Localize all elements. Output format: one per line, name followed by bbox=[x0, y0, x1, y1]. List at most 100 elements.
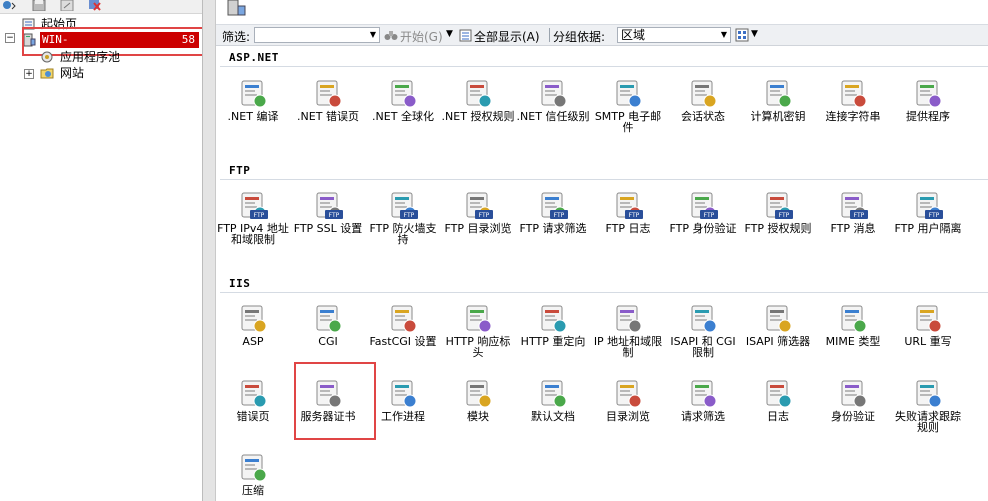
feature-label: 压缩 bbox=[242, 484, 264, 497]
filter-input[interactable]: ▼ bbox=[254, 27, 380, 43]
feature-providers[interactable]: 提供程序 bbox=[891, 78, 965, 122]
section-divider bbox=[220, 292, 988, 293]
feature-net-globalization[interactable]: .NET 全球化 bbox=[366, 78, 440, 122]
feature-session-state[interactable]: 会话状态 bbox=[666, 78, 740, 122]
feature-ftp-directory-browsing[interactable]: FTP FTP 目录浏览 bbox=[441, 190, 515, 234]
feature-http-response-headers[interactable]: HTTP 响应标头 bbox=[441, 303, 515, 358]
ftp-user-isolation-icon: FTP bbox=[916, 192, 943, 220]
net-globalization-icon bbox=[391, 80, 417, 108]
feature-ip-restrictions[interactable]: IP 地址和域限制 bbox=[591, 303, 665, 358]
feature-label: CGI bbox=[318, 335, 338, 348]
feature-net-compilation[interactable]: .NET 编译 bbox=[216, 78, 290, 122]
feature-cgi[interactable]: CGI bbox=[291, 303, 365, 347]
view-mode-icon[interactable] bbox=[735, 28, 749, 42]
group-by-select[interactable]: 区域 ▼ bbox=[617, 27, 731, 43]
feature-label: .NET 编译 bbox=[227, 110, 279, 123]
feature-ftp-ssl[interactable]: FTP FTP SSL 设置 bbox=[291, 190, 365, 234]
filter-label: 筛选: bbox=[222, 30, 251, 44]
compression-icon bbox=[241, 454, 267, 482]
net-authorization-icon bbox=[466, 80, 492, 108]
group-by-value: 区域 bbox=[621, 28, 646, 42]
svg-text:FTP: FTP bbox=[704, 212, 715, 219]
sites-folder-icon bbox=[40, 68, 54, 79]
feature-mime-types[interactable]: MIME 类型 bbox=[816, 303, 890, 347]
server-collapse-toggle[interactable]: − bbox=[5, 33, 15, 43]
feature-default-document[interactable]: 默认文档 bbox=[516, 378, 590, 422]
feature-worker-processes[interactable]: 工作进程 bbox=[366, 378, 440, 422]
group-by-dropdown-icon[interactable]: ▼ bbox=[719, 29, 729, 41]
connect-icon[interactable] bbox=[2, 0, 16, 11]
pane-splitter[interactable] bbox=[202, 0, 216, 501]
feature-ftp-firewall[interactable]: FTP FTP 防火墙支持 bbox=[366, 190, 440, 245]
feature-ftp-messages[interactable]: FTP FTP 消息 bbox=[816, 190, 890, 234]
feature-error-pages[interactable]: 错误页 bbox=[216, 378, 290, 422]
url-rewrite-icon bbox=[916, 305, 942, 333]
feature-label: 提供程序 bbox=[906, 110, 950, 123]
feature-ftp-ipv4[interactable]: FTP FTP IPv4 地址和域限制 bbox=[216, 190, 290, 245]
feature-ftp-logging[interactable]: FTP FTP 日志 bbox=[591, 190, 665, 234]
feature-authorization-rules[interactable]: 授 bbox=[966, 378, 988, 422]
feature-machine-key[interactable]: 计算机密钥 bbox=[741, 78, 815, 122]
show-all-button[interactable]: 全部显示(A) bbox=[474, 28, 540, 45]
feature-http-redirect[interactable]: HTTP 重定向 bbox=[516, 303, 590, 347]
ftp-request-filtering-icon: FTP bbox=[541, 192, 568, 220]
feature-smtp-email[interactable]: SMTP 电子邮件 bbox=[591, 78, 665, 133]
feature-authentication[interactable]: 身份验证 bbox=[816, 378, 890, 422]
feature-label: FTP 身份验证 bbox=[669, 222, 737, 235]
feature-label: FTP 防火墙支持 bbox=[369, 222, 437, 246]
svg-text:FTP: FTP bbox=[554, 212, 565, 219]
binoculars-icon bbox=[384, 31, 398, 40]
feature-net-trust-levels[interactable]: .NET 信任级别 bbox=[516, 78, 590, 122]
feature-failed-request-tracing[interactable]: 失败请求跟踪规则 bbox=[891, 378, 965, 433]
feature-connection-strings[interactable]: 连接字符串 bbox=[816, 78, 890, 122]
feature-url-rewrite[interactable]: URL 重写 bbox=[891, 303, 965, 347]
feature-label: 错误页 bbox=[236, 410, 270, 423]
feature-request-filtering[interactable]: 请求筛选 bbox=[666, 378, 740, 422]
feature-label: .NET 授权规则 bbox=[441, 110, 515, 123]
feature-label: 工作进程 bbox=[381, 410, 425, 423]
save-icon[interactable] bbox=[32, 0, 46, 11]
feature-label: MIME 类型 bbox=[825, 335, 881, 348]
feature-label: FTP 用户隔离 bbox=[894, 222, 962, 235]
providers-icon bbox=[916, 80, 942, 108]
feature-net-authorization[interactable]: .NET 授权规则 bbox=[441, 78, 515, 122]
feature-label: URL 重写 bbox=[904, 335, 952, 348]
view-mode-dropdown-icon[interactable]: ▼ bbox=[751, 29, 758, 39]
app-pools-icon bbox=[41, 51, 53, 63]
section-title-iis: IIS bbox=[229, 277, 251, 290]
feature-logging[interactable]: 日志 bbox=[741, 378, 815, 422]
up-level-icon[interactable] bbox=[60, 0, 74, 11]
filter-dropdown-icon[interactable]: ▼ bbox=[368, 29, 378, 41]
feature-isapi-cgi-restrictions[interactable]: ISAPI 和 CGI 限制 bbox=[666, 303, 740, 358]
feature-ftp-user-isolation[interactable]: FTP FTP 用户隔离 bbox=[891, 190, 965, 234]
feature-label: FTP 请求筛选 bbox=[519, 222, 587, 235]
asp-icon bbox=[241, 305, 267, 333]
cgi-icon bbox=[316, 305, 342, 333]
feature-pages[interactable]: 页 bbox=[966, 78, 988, 122]
feature-label: 身份验证 bbox=[831, 410, 875, 423]
svg-text:FTP: FTP bbox=[779, 212, 790, 219]
filter-toolbar: 筛选: ▼ 开始(G) ▼ 全部显示(A) 分组依据: 区域 ▼ ▼ bbox=[216, 24, 988, 46]
disconnect-icon[interactable] bbox=[88, 0, 102, 11]
feature-ftp-authorization[interactable]: FTP FTP 授权规则 bbox=[741, 190, 815, 234]
sites-expand-toggle[interactable]: + bbox=[24, 69, 34, 79]
feature-webdav[interactable]: Web bbox=[966, 303, 988, 347]
connections-toolbar bbox=[0, 0, 202, 14]
start-filter-button[interactable]: 开始(G) bbox=[400, 28, 443, 45]
feature-directory-browsing[interactable]: 目录浏览 bbox=[591, 378, 665, 422]
feature-label: IP 地址和域限制 bbox=[593, 335, 663, 359]
machine-key-icon bbox=[766, 80, 792, 108]
feature-asp[interactable]: ASP bbox=[216, 303, 290, 347]
feature-modules[interactable]: 模块 bbox=[441, 378, 515, 422]
feature-ftp-authentication[interactable]: FTP FTP 身份验证 bbox=[666, 190, 740, 234]
feature-compression[interactable]: 压缩 bbox=[216, 452, 290, 496]
modules-icon bbox=[466, 380, 492, 408]
feature-net-error-pages[interactable]: .NET 错误页 bbox=[291, 78, 365, 122]
feature-isapi-filters[interactable]: ISAPI 筛选器 bbox=[741, 303, 815, 347]
feature-fastcgi[interactable]: FastCGI 设置 bbox=[366, 303, 440, 347]
feature-ftp-request-filtering[interactable]: FTP FTP 请求筛选 bbox=[516, 190, 590, 234]
section-divider bbox=[220, 179, 988, 180]
ftp-ssl-icon: FTP bbox=[316, 192, 343, 220]
authentication-icon bbox=[841, 380, 867, 408]
start-dropdown-icon[interactable]: ▼ bbox=[446, 29, 453, 39]
